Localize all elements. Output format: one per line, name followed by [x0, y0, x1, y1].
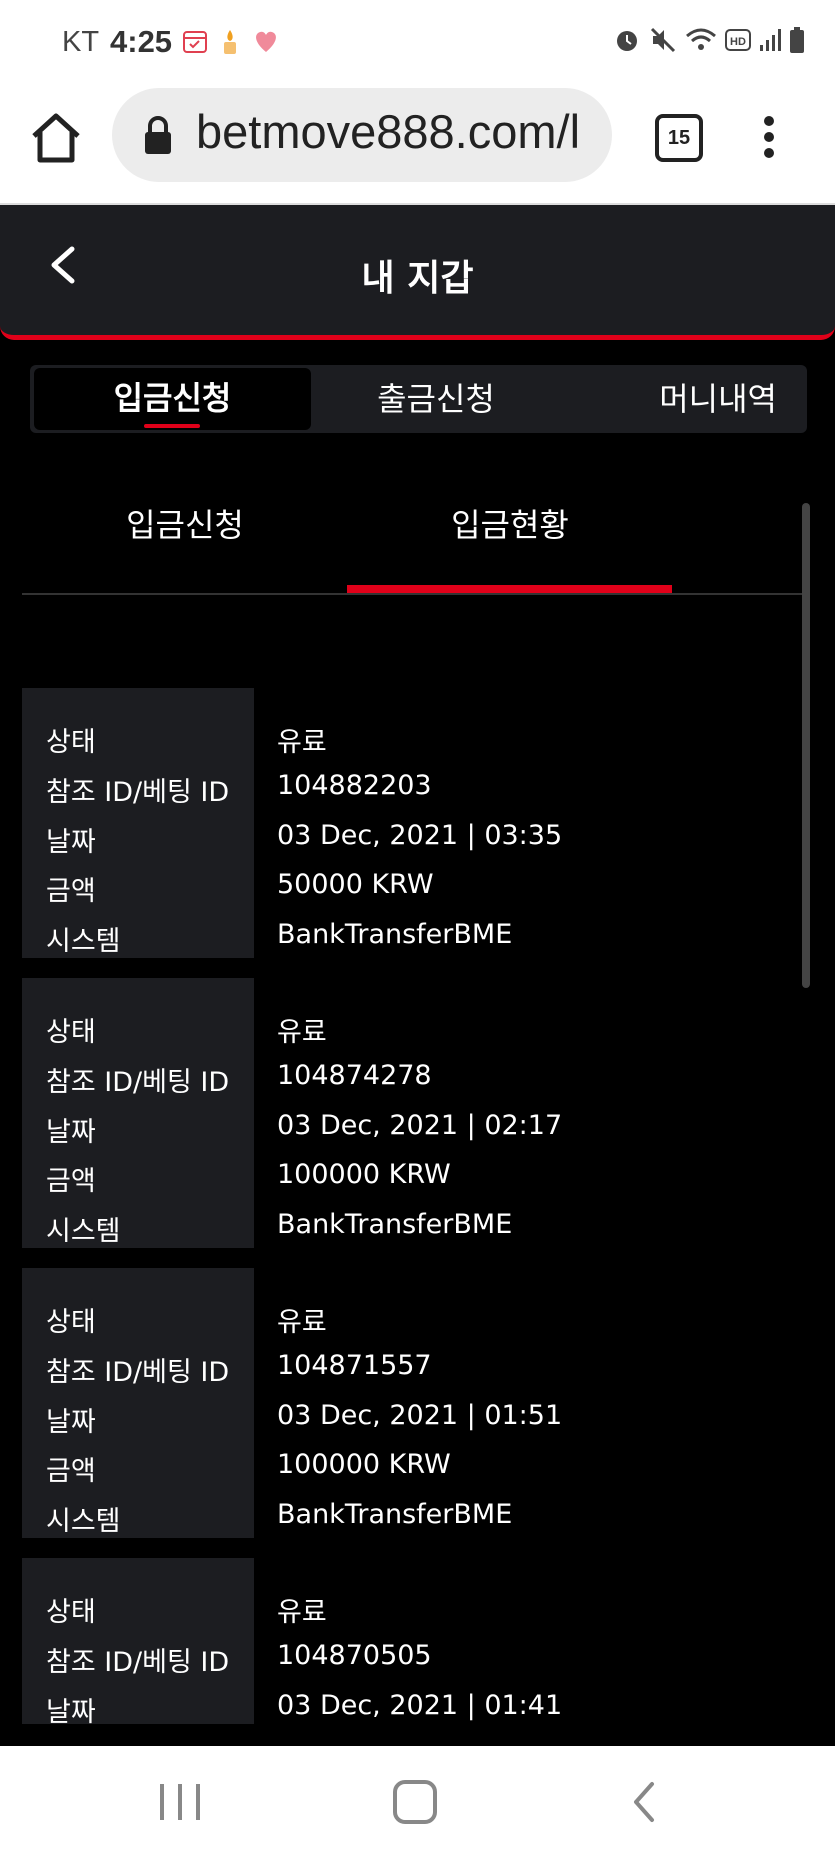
- status-value: 유료: [277, 1017, 327, 1048]
- system-value: BankTransferBME: [277, 1499, 513, 1530]
- tab-label: 출금신청: [377, 380, 495, 418]
- tab-withdraw-request[interactable]: 출금신청: [311, 365, 561, 433]
- system-icons: HD: [613, 26, 805, 54]
- alarm-icon: [617, 31, 637, 51]
- amount-value: 100000 KRW: [277, 1449, 451, 1480]
- mute-icon: [650, 27, 676, 53]
- list-item: 상태 유료 참조 ID/베팅 ID 104882203 날짜 03 Dec, 2…: [22, 688, 812, 958]
- system-label: 시스템: [46, 926, 121, 957]
- ref-id-label: 참조 ID/베팅 ID: [46, 1647, 230, 1678]
- tab-label: 입금신청: [113, 379, 232, 417]
- date-label: 날짜: [46, 1117, 96, 1148]
- home-nav-icon[interactable]: [393, 1780, 437, 1824]
- hd-icon: HD: [725, 29, 751, 51]
- date-label: 날짜: [46, 827, 96, 858]
- active-tab-indicator: [144, 424, 200, 428]
- home-icon[interactable]: [28, 110, 84, 166]
- list-item: 상태 유료 참조 ID/베팅 ID 104874278 날짜 03 Dec, 2…: [22, 978, 812, 1248]
- tab-deposit-request[interactable]: 입금신청: [34, 368, 311, 430]
- subtab-deposit-request[interactable]: 입금신청: [55, 500, 315, 546]
- system-value: BankTransferBME: [277, 919, 513, 950]
- list-item: 상태 유료 참조 ID/베팅 ID 104871557 날짜 03 Dec, 2…: [22, 1268, 812, 1538]
- date-value: 03 Dec, 2021 | 03:35: [277, 820, 563, 851]
- status-label: 상태: [46, 727, 96, 758]
- status-value: 유료: [277, 1307, 327, 1338]
- ref-id-value: 104870505: [277, 1640, 432, 1671]
- recents-icon[interactable]: [160, 1784, 200, 1820]
- date-value: 03 Dec, 2021 | 02:17: [277, 1110, 563, 1141]
- status-label: 상태: [46, 1597, 96, 1628]
- status-label: 상태: [46, 1017, 96, 1048]
- list-item: 상태 유료 참조 ID/베팅 ID 104870505 날짜 03 Dec, 2…: [22, 1558, 812, 1724]
- ref-id-value: 104874278: [277, 1060, 432, 1091]
- battery-icon: [790, 27, 804, 53]
- system-label: 시스템: [46, 1216, 121, 1247]
- ref-id-value: 104871557: [277, 1350, 432, 1381]
- app-header: 내 지갑: [0, 205, 835, 340]
- amount-value: 50000 KRW: [277, 869, 434, 900]
- tab-label: 머니내역: [659, 380, 777, 418]
- url-text[interactable]: betmove888.com/l: [196, 104, 580, 159]
- calendar-icon: [183, 31, 207, 53]
- status-value: 유료: [277, 1597, 327, 1628]
- amount-value: 100000 KRW: [277, 1159, 451, 1190]
- ref-id-label: 참조 ID/베팅 ID: [46, 777, 230, 808]
- main-tab-bar: 입금신청 출금신청 머니내역: [30, 365, 807, 433]
- browser-toolbar: betmove888.com/l 15: [0, 88, 835, 205]
- heart-icon: [256, 31, 276, 52]
- active-subtab-indicator: [347, 585, 672, 593]
- amount-label: 금액: [46, 876, 96, 907]
- back-nav-icon[interactable]: [630, 1780, 660, 1824]
- lock-icon: [145, 116, 171, 154]
- amount-label: 금액: [46, 1166, 96, 1197]
- more-menu-icon[interactable]: [762, 116, 776, 160]
- page-title: 내 지갑: [361, 258, 474, 299]
- notification-icons: [182, 28, 280, 56]
- subtab-divider: [22, 593, 810, 595]
- ref-id-label: 참조 ID/베팅 ID: [46, 1067, 230, 1098]
- address-bar[interactable]: betmove888.com/l: [112, 88, 612, 182]
- status-label: 상태: [46, 1307, 96, 1338]
- tab-money-history[interactable]: 머니내역: [561, 365, 807, 433]
- amount-label: 금액: [46, 1456, 96, 1487]
- tab-switcher-button[interactable]: 15: [655, 114, 703, 162]
- system-label: 시스템: [46, 1506, 121, 1537]
- system-value: BankTransferBME: [277, 1209, 513, 1240]
- status-bar: KT 4:25 HD: [0, 0, 835, 88]
- ref-id-label: 참조 ID/베팅 ID: [46, 1357, 230, 1388]
- wifi-icon: [686, 28, 716, 50]
- date-value: 03 Dec, 2021 | 01:51: [277, 1400, 563, 1431]
- ref-id-value: 104882203: [277, 770, 432, 801]
- date-label: 날짜: [46, 1697, 96, 1724]
- date-value: 03 Dec, 2021 | 01:41: [277, 1690, 563, 1721]
- subtab-deposit-status[interactable]: 입금현황: [380, 500, 640, 546]
- system-nav-bar: [0, 1746, 835, 1856]
- status-value: 유료: [277, 727, 327, 758]
- carrier-label: KT: [62, 26, 100, 58]
- candle-icon: [224, 30, 236, 54]
- clock: 4:25: [110, 24, 173, 59]
- svg-text:HD: HD: [730, 36, 746, 48]
- date-label: 날짜: [46, 1407, 96, 1438]
- signal-icon: [760, 29, 781, 51]
